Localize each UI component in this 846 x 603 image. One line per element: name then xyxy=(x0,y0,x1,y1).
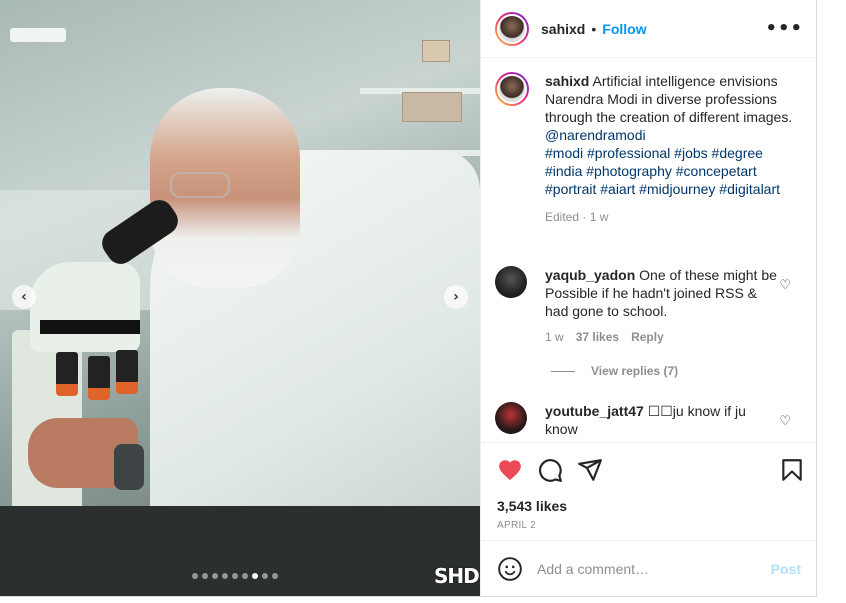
carousel-dot xyxy=(242,573,248,579)
storage-box xyxy=(402,92,462,122)
author-avatar[interactable] xyxy=(495,11,529,46)
commenter-username[interactable]: yaqub_yadon xyxy=(545,267,635,283)
microscope-arm xyxy=(30,262,140,352)
commenter-avatar[interactable] xyxy=(495,402,527,434)
microscope-stage xyxy=(40,320,140,334)
caption-mention[interactable]: @narendramodi xyxy=(545,127,646,143)
carousel-dots xyxy=(192,573,278,579)
post-caption: sahixd Artificial intelligence envisions… xyxy=(495,72,797,226)
comment-like-icon[interactable]: ♡ xyxy=(779,414,791,429)
comment-likes[interactable]: 37 likes xyxy=(576,328,619,346)
carousel-dot xyxy=(212,573,218,579)
caption-avatar[interactable] xyxy=(495,72,529,106)
carousel-dot xyxy=(272,573,278,579)
previous-slide-button[interactable]: ‹ xyxy=(12,285,36,309)
comment-item: youtube_jatt47 ☐☐ju know if ju know ♡ xyxy=(495,402,807,438)
paper-plane-icon[interactable] xyxy=(577,457,603,483)
microscope-objective xyxy=(56,352,78,396)
post-date: APRIL 2 xyxy=(497,520,536,531)
reply-button[interactable]: Reply xyxy=(631,328,664,346)
post-side-panel: sahixd • Follow ••• sahixd Artificial in… xyxy=(480,0,817,596)
watermark-logo: SHD xyxy=(434,564,480,588)
comment-item: yaqub_yadon One of these might be Possib… xyxy=(495,266,807,346)
carousel-dot xyxy=(192,573,198,579)
separator-dot: • xyxy=(591,20,597,37)
post-header: sahixd • Follow ••• xyxy=(481,0,817,58)
comment-like-icon[interactable]: ♡ xyxy=(779,278,791,293)
microscope-objective xyxy=(88,356,110,400)
wristwatch xyxy=(114,444,144,490)
caption-text-block: sahixd Artificial intelligence envisions… xyxy=(545,72,797,226)
post-actions xyxy=(481,442,817,498)
microscope-objective xyxy=(116,350,138,394)
replies-line xyxy=(551,370,575,372)
comment-body: youtube_jatt47 ☐☐ju know if ju know xyxy=(545,402,781,438)
comment-time: 1 w xyxy=(545,330,564,344)
comment-input[interactable] xyxy=(537,560,757,577)
comment-icon[interactable] xyxy=(537,457,563,483)
carousel-dot-active xyxy=(252,573,258,579)
author-username[interactable]: sahixd xyxy=(541,21,585,37)
caption-username[interactable]: sahixd xyxy=(545,73,589,89)
page-bottom-border xyxy=(0,596,816,597)
likes-count[interactable]: 3,543 likes xyxy=(497,498,567,514)
lab-bench xyxy=(0,506,480,596)
comment-body: yaqub_yadon One of these might be Possib… xyxy=(545,266,781,346)
commenter-username[interactable]: youtube_jatt47 xyxy=(545,403,644,419)
post-comment-button[interactable]: Post xyxy=(771,561,801,577)
glasses xyxy=(170,172,230,198)
caption-meta: Edited · 1 w xyxy=(545,210,609,224)
commenter-avatar[interactable] xyxy=(495,266,527,298)
comments-section[interactable]: sahixd Artificial intelligence envisions… xyxy=(481,58,817,442)
more-options-icon[interactable]: ••• xyxy=(765,18,803,39)
carousel-dot xyxy=(262,573,268,579)
carousel-dot xyxy=(222,573,228,579)
carousel-dot xyxy=(232,573,238,579)
heart-filled-icon[interactable] xyxy=(497,457,523,483)
ceiling-light xyxy=(10,28,66,42)
view-replies-button[interactable]: View replies (7) xyxy=(551,364,678,378)
comment-meta: 1 w 37 likes Reply xyxy=(545,328,781,346)
emoji-icon[interactable] xyxy=(497,556,523,582)
bookmark-icon[interactable] xyxy=(779,457,805,483)
caption-hashtags[interactable]: #modi #professional #jobs #degree #india… xyxy=(545,144,797,198)
post-media[interactable]: ‹ › SHD xyxy=(0,0,480,596)
page-right-border xyxy=(816,0,817,597)
view-replies-label: View replies (7) xyxy=(591,364,679,378)
carousel-dot xyxy=(202,573,208,579)
follow-button[interactable]: Follow xyxy=(602,21,646,37)
storage-box xyxy=(422,40,450,62)
next-slide-button[interactable]: › xyxy=(444,285,468,309)
add-comment-bar: Post xyxy=(481,540,817,596)
